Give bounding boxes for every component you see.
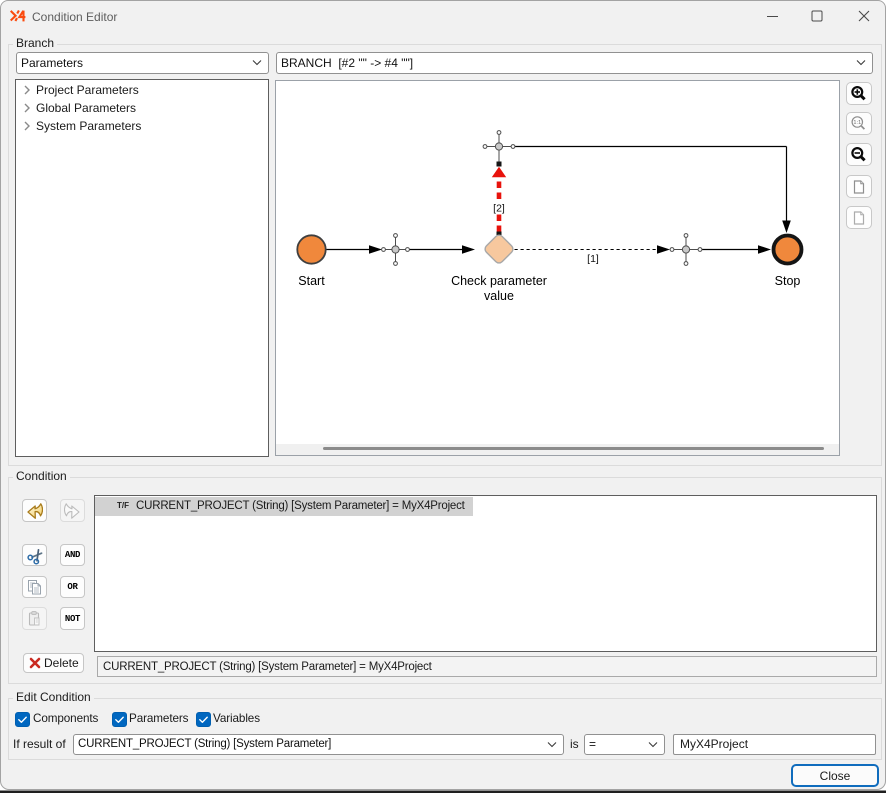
- svg-text:[1]: [1]: [587, 253, 599, 265]
- svg-text:[2]: [2]: [493, 203, 505, 215]
- svg-text:Check parameter: Check parameter: [451, 274, 547, 288]
- svg-text:value: value: [484, 289, 514, 303]
- svg-text:1:1: 1:1: [853, 120, 861, 126]
- svg-text:Stop: Stop: [775, 274, 801, 288]
- svg-text:Start: Start: [298, 274, 325, 288]
